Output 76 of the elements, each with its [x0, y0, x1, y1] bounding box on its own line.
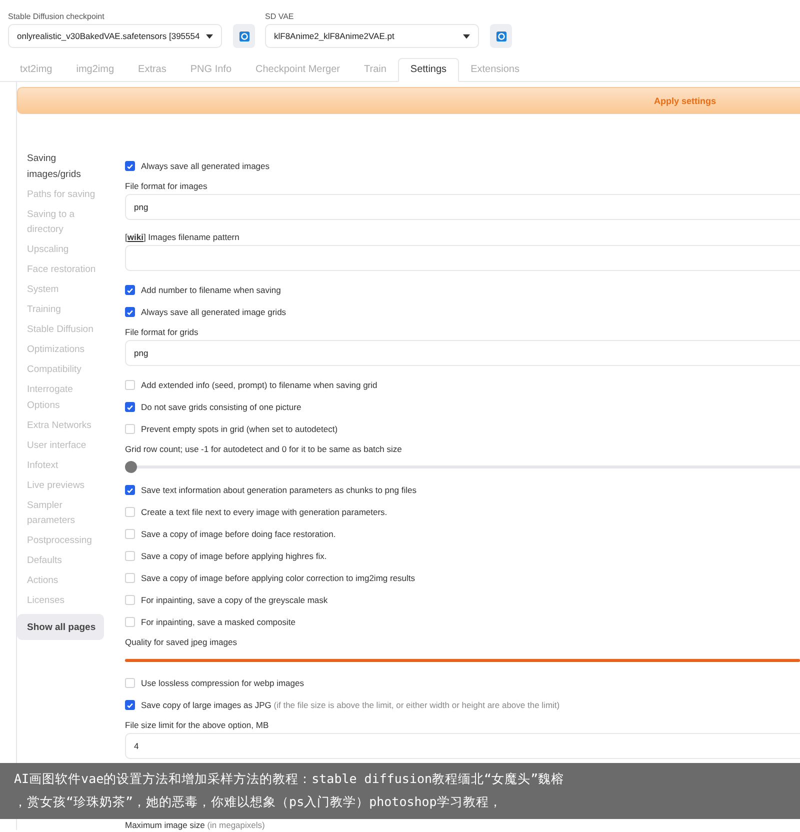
checkbox[interactable] [125, 485, 135, 495]
sidebar-item[interactable]: Compatibility [27, 362, 107, 378]
sidebar-item[interactable]: Saving images/grids [27, 151, 107, 182]
field-label: File format for grids [125, 327, 200, 337]
sidebar-item[interactable]: Saving to a directory [27, 206, 107, 238]
sidebar-item[interactable]: Face restoration [27, 262, 107, 278]
sidebar-item[interactable]: Training [27, 302, 107, 318]
tab[interactable]: Checkpoint Merger [244, 58, 352, 82]
sidebar-item[interactable]: User interface [27, 438, 107, 453]
sidebar-item[interactable]: Paths for saving [27, 186, 107, 202]
checkbox-label: Save a copy of image before applying highres fix. [141, 551, 327, 561]
checkbox[interactable] [125, 700, 135, 710]
sidebar-item[interactable]: System [27, 282, 107, 298]
slider-label: Grid row count; use -1 for autodetect and 0 for it to be same as batch size [125, 444, 403, 454]
field-label: File format for images [125, 181, 208, 191]
slider-thumb[interactable] [125, 461, 137, 473]
show-all-pages-button[interactable]: Show all pages [17, 614, 104, 640]
input-field[interactable] [125, 245, 800, 271]
sidebar-item[interactable]: Sampler parameters [27, 498, 107, 528]
sidebar-item[interactable]: Optimizations [27, 342, 107, 358]
refresh-button[interactable] [490, 24, 512, 48]
caption-text: ，赏女孩“珍珠奶茶”，她的恶毒，你难以想象（ps入门教学）photoshop学习教程， [14, 794, 503, 811]
sidebar-item[interactable]: Licenses [27, 593, 107, 608]
sidebar-item[interactable]: Extra Networks [27, 418, 107, 433]
input-field[interactable]: 4 [125, 733, 800, 759]
refresh-button[interactable] [233, 24, 255, 48]
refresh-icon [496, 30, 506, 42]
sidebar-item[interactable]: Defaults [27, 553, 107, 568]
checkbox-label: Do not save grids consisting of one picture [141, 402, 302, 412]
sidebar-item[interactable]: Live previews [27, 478, 107, 493]
model-dropdown[interactable]: klF8Anime2_klF8Anime2VAE.pt [265, 24, 479, 48]
dropdown-label: SD VAE [265, 12, 295, 21]
input-field[interactable]: png [125, 340, 800, 366]
checkbox-label: Use lossless compression for webp images [141, 678, 304, 688]
apply-settings-button[interactable]: Apply settings [17, 87, 800, 114]
sidebar-item[interactable]: Infotext [27, 458, 107, 473]
caret-icon [206, 34, 213, 38]
tab[interactable]: Settings [398, 58, 459, 82]
checkbox-label: Save a copy of image before applying color correction to img2img results [141, 573, 416, 583]
checkbox-label: Add number to filename when saving [141, 285, 281, 295]
checkbox-label: Save copy of large images as JPG (if the file size is above the limit, or either width or height are above the limit) [141, 700, 560, 710]
tab[interactable]: PNG Info [178, 58, 244, 82]
checkbox-label: Save a copy of image before doing face restoration. [141, 529, 336, 539]
sidebar-item[interactable]: Actions [27, 573, 107, 588]
checkbox-label: Prevent empty spots in grid (when set to autodetect) [141, 424, 338, 434]
caret-icon [463, 34, 470, 38]
checkbox-label: Save text information about generation parameters as chunks to png files [141, 485, 416, 495]
checkbox[interactable] [125, 307, 135, 317]
tab[interactable]: Extras [126, 58, 178, 82]
dropdown-label: Stable Diffusion checkpoint [8, 12, 106, 21]
sidebar-item[interactable]: Stable Diffusion [27, 322, 107, 338]
tab[interactable]: img2img [64, 58, 126, 82]
checkbox[interactable] [125, 402, 135, 412]
slider-label: Quality for saved jpeg images [125, 637, 238, 647]
input-field[interactable]: png [125, 194, 800, 220]
checkbox-label: Add extended info (seed, prompt) to filename when saving grid [141, 380, 378, 390]
checkbox-label: For inpainting, save a masked composite [141, 617, 296, 627]
wiki-link[interactable]: wiki [127, 232, 144, 242]
checkbox-label: Create a text file next to every image with generation parameters. [141, 507, 388, 517]
field-label: Maximum image size (in megapixels) [125, 820, 266, 830]
tab[interactable]: Train [352, 58, 398, 82]
model-dropdown[interactable]: onlyrealistic_v30BakedVAE.safetensors [395554 [8, 24, 222, 48]
checkbox-label: For inpainting, save a copy of the greyscale mask [141, 595, 328, 605]
tab[interactable]: txt2img [8, 58, 64, 82]
checkbox-label: Always save all generated image grids [141, 307, 286, 317]
tab[interactable]: Extensions [458, 58, 532, 82]
sidebar-item[interactable]: Upscaling [27, 242, 107, 258]
field-label: [wiki] Images filename pattern [125, 232, 240, 242]
sidebar-item[interactable]: Postprocessing [27, 533, 107, 548]
checkbox-label: Always save all generated images [141, 161, 270, 171]
checkbox[interactable] [125, 285, 135, 295]
checkbox[interactable] [125, 161, 135, 171]
caption-text: AI画图软件vae的设置方法和增加采样方法的教程：stable diffusion教程缅北“女魔头”魏榕 [14, 771, 566, 788]
refresh-icon [238, 30, 250, 42]
field-label: File size limit for the above option, MB [125, 720, 270, 730]
sidebar-item[interactable]: Interrogate Options [27, 382, 107, 413]
